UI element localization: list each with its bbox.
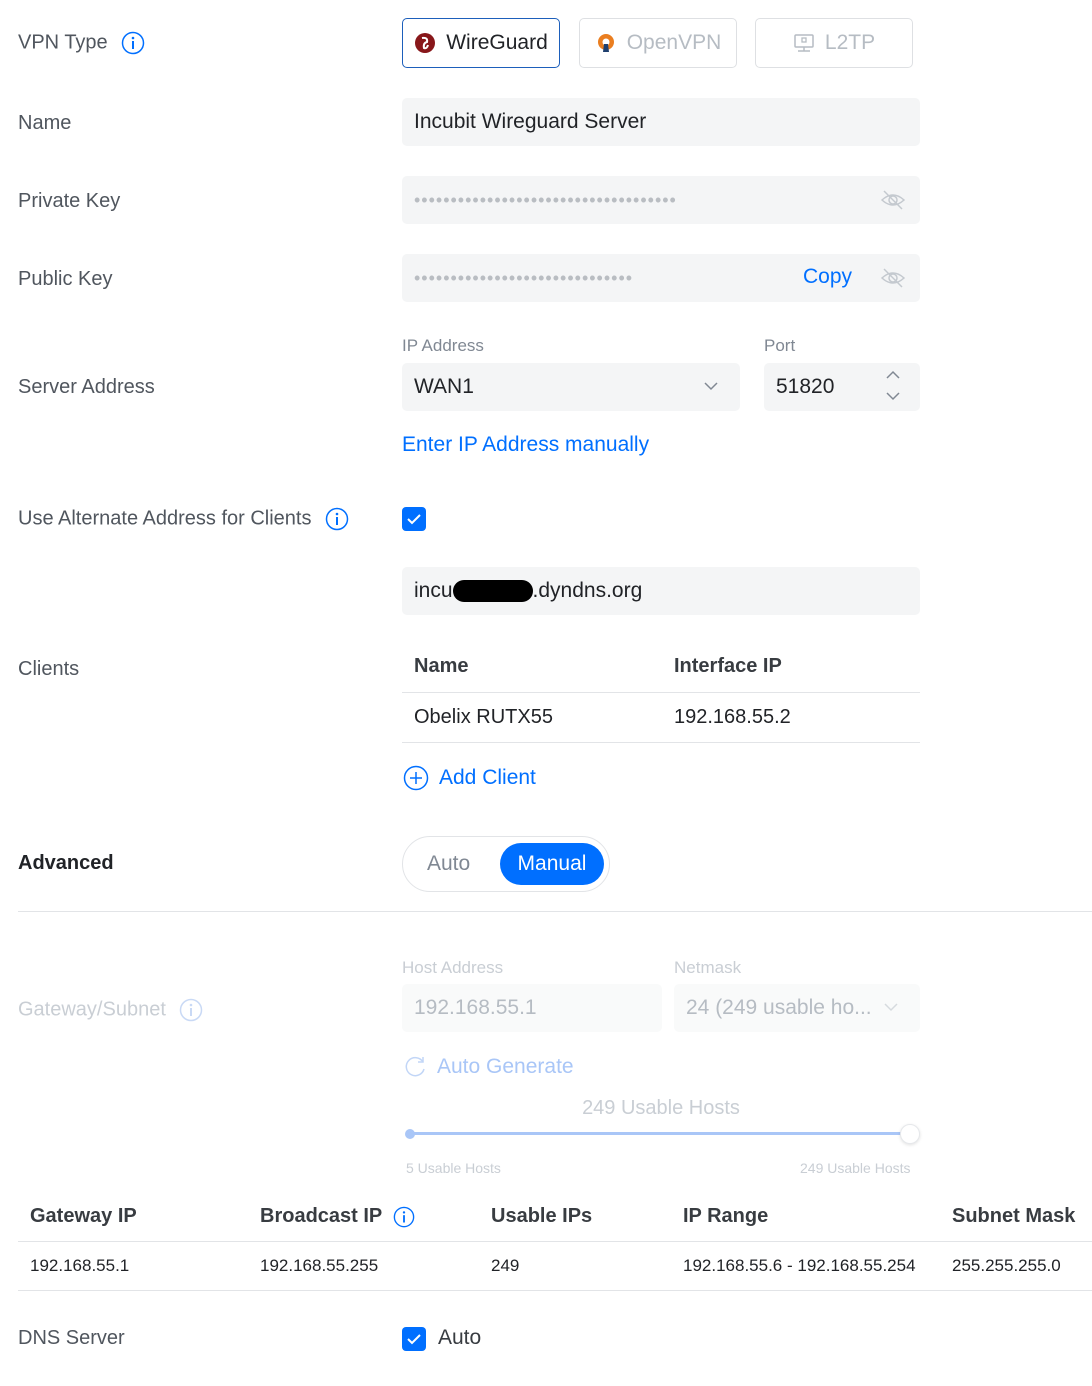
redaction-mark: [452, 580, 533, 603]
add-client-button[interactable]: Add Client: [403, 765, 536, 791]
auto-generate-label: Auto Generate: [437, 1055, 574, 1078]
clients-label: Clients: [18, 658, 80, 680]
chevron-up-icon[interactable]: [884, 368, 902, 382]
server-address-label: Server Address: [18, 376, 155, 398]
dns-auto-checkbox[interactable]: [402, 1327, 426, 1351]
port-label: Port: [764, 336, 796, 355]
private-key-label: Private Key: [18, 190, 121, 212]
dns-server-label: DNS Server: [18, 1327, 125, 1349]
alternate-address-suffix: .dyndns.org: [532, 579, 643, 602]
advanced-auto-option[interactable]: Auto: [427, 852, 470, 876]
chevron-down-icon[interactable]: [884, 389, 902, 403]
subnet-column-usable-ips: Usable IPs: [491, 1205, 593, 1227]
alternate-address-prefix: incu: [414, 579, 453, 602]
ip-address-select[interactable]: WAN1: [402, 363, 740, 411]
slider-min-label: 5 Usable Hosts: [406, 1160, 501, 1176]
subnet-column-gateway-ip: Gateway IP: [30, 1205, 137, 1227]
subnet-mask-value: 255.255.255.0: [952, 1256, 1061, 1275]
advanced-toggle: Auto Manual: [402, 836, 610, 892]
subnet-column-ip-range: IP Range: [683, 1205, 769, 1227]
slider-value-title: 249 Usable Hosts: [582, 1097, 740, 1119]
openvpn-icon: [597, 34, 614, 52]
name-label: Name: [18, 112, 72, 134]
public-key-label: Public Key: [18, 268, 113, 290]
table-row[interactable]: Obelix RUTX55 192.168.55.2: [402, 693, 920, 742]
hosts-slider-handle[interactable]: [900, 1124, 920, 1144]
vpn-type-l2tp-button[interactable]: L2TP: [755, 18, 913, 68]
advanced-manual-option[interactable]: Manual: [500, 843, 604, 885]
info-icon: [180, 998, 203, 1022]
netmask-label: Netmask: [674, 958, 742, 977]
advanced-label: Advanced: [18, 852, 114, 874]
info-icon[interactable]: [393, 1206, 415, 1228]
ip-range-value: 192.168.55.6 - 192.168.55.254: [683, 1256, 916, 1275]
auto-generate-button[interactable]: Auto Generate: [403, 1054, 574, 1080]
eye-off-icon[interactable]: [880, 266, 906, 290]
enter-ip-manually-link[interactable]: Enter IP Address manually: [402, 433, 649, 457]
host-address-input[interactable]: 192.168.55.1: [402, 984, 662, 1032]
client-interface-ip: 192.168.55.2: [674, 706, 791, 728]
alternate-address-label: Use Alternate Address for Clients: [18, 507, 349, 531]
private-key-input[interactable]: ••••••••••••••••••••••••••••••••••••: [402, 176, 920, 224]
table-row: 192.168.55.1 192.168.55.255 249 192.168.…: [18, 1242, 1092, 1290]
l2tp-label: L2TP: [824, 31, 876, 54]
checkmark-icon: [407, 514, 421, 525]
openvpn-label: OpenVPN: [626, 31, 722, 54]
eye-off-icon[interactable]: [880, 188, 906, 212]
usable-ips-value: 249: [491, 1256, 520, 1275]
broadcast-ip-value: 192.168.55.255: [260, 1256, 379, 1275]
info-icon[interactable]: [325, 507, 349, 531]
client-name: Obelix RUTX55: [414, 706, 553, 728]
slider-max-label: 249 Usable Hosts: [800, 1160, 911, 1176]
chevron-down-icon: [704, 382, 718, 391]
gateway-ip-value: 192.168.55.1: [30, 1256, 130, 1275]
ip-address-label: IP Address: [402, 336, 484, 355]
host-address-label: Host Address: [402, 958, 504, 977]
subnet-column-subnet-mask: Subnet Mask: [952, 1205, 1076, 1227]
refresh-icon: [405, 1056, 425, 1077]
alternate-address-checkbox[interactable]: [402, 507, 426, 531]
hosts-slider-fill: [410, 1132, 910, 1135]
clients-column-interface-ip: Interface IP: [674, 655, 782, 677]
monitor-icon: [794, 34, 814, 52]
alternate-address-input[interactable]: incu .dyndns.org: [402, 567, 920, 615]
info-icon[interactable]: [121, 31, 145, 55]
private-key-masked-value: ••••••••••••••••••••••••••••••••••••: [414, 190, 677, 210]
name-input[interactable]: Incubit Wireguard Server: [402, 98, 920, 146]
hosts-slider-min-dot: [405, 1129, 415, 1139]
vpn-type-label: VPN Type: [18, 31, 145, 55]
copy-public-key-button[interactable]: Copy: [803, 265, 852, 289]
gateway-subnet-label: Gateway/Subnet: [18, 998, 203, 1022]
wireguard-icon: [415, 33, 436, 53]
checkmark-icon: [407, 1334, 421, 1345]
vpn-type-openvpn-button[interactable]: OpenVPN: [579, 18, 737, 68]
wireguard-label: WireGuard: [446, 31, 548, 54]
vpn-type-wireguard-button[interactable]: WireGuard: [402, 18, 560, 68]
clients-column-name: Name: [414, 655, 469, 677]
chevron-down-icon: [884, 1003, 898, 1012]
subnet-column-broadcast-ip: Broadcast IP: [260, 1205, 415, 1228]
add-client-label: Add Client: [439, 766, 536, 789]
public-key-masked-value: ••••••••••••••••••••••••••••••: [414, 268, 634, 288]
plus-circle-icon: [403, 765, 429, 791]
dns-auto-label: Auto: [438, 1326, 482, 1349]
